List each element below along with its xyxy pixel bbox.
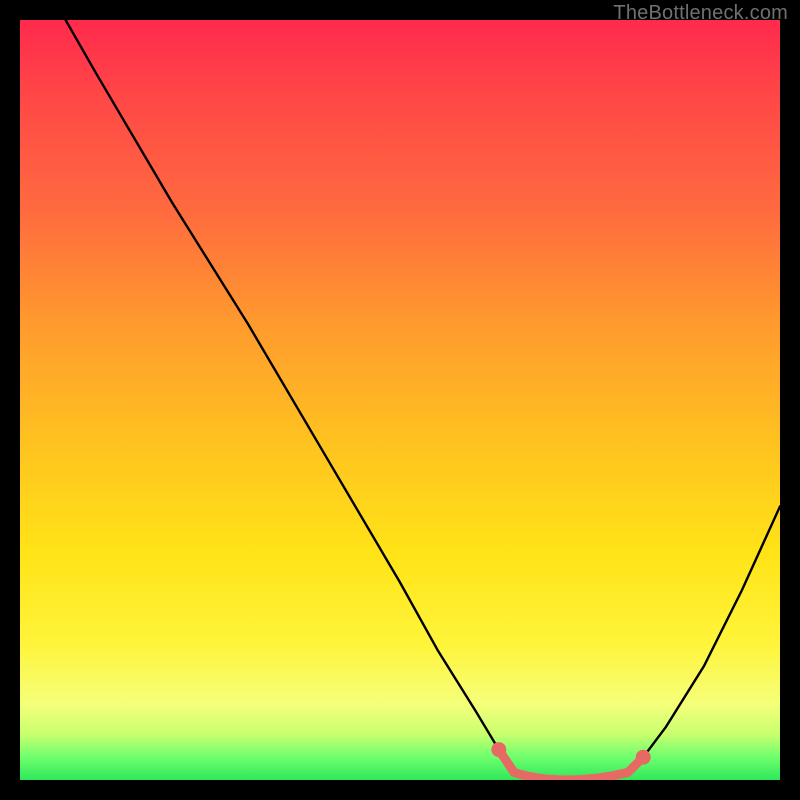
- highlight-endpoint-left: [491, 742, 506, 757]
- curve-svg: [20, 20, 780, 780]
- highlight-segment-path: [499, 750, 643, 780]
- chart-frame: TheBottleneck.com: [0, 0, 800, 800]
- bottleneck-curve-path: [66, 20, 780, 780]
- highlight-endpoint-right: [636, 750, 651, 765]
- plot-area: [20, 20, 780, 780]
- attribution-text: TheBottleneck.com: [613, 2, 788, 25]
